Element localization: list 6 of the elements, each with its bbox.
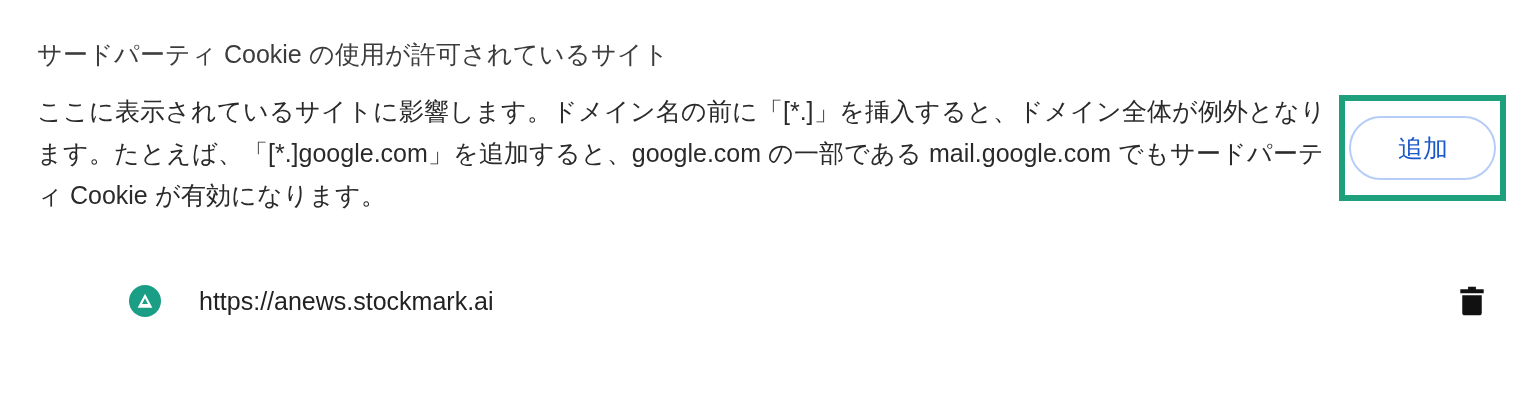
section-title: サードパーティ Cookie の使用が許可されているサイト	[37, 39, 670, 70]
site-favicon-icon	[129, 285, 161, 317]
delete-icon[interactable]	[1459, 285, 1485, 317]
section-description: ここに表示されているサイトに影響します。ドメイン名の前に「[*.]」を挿入すると、ドメイン全体が例外となります。たとえば、「[*.]google.com」を追加すると、google.com の一部である mail.google.com でもサードパーティ Cookie が有効になります。	[37, 96, 1327, 211]
site-url: https://anews.stockmark.ai	[199, 286, 495, 316]
add-button[interactable]: 追加	[1349, 116, 1496, 180]
